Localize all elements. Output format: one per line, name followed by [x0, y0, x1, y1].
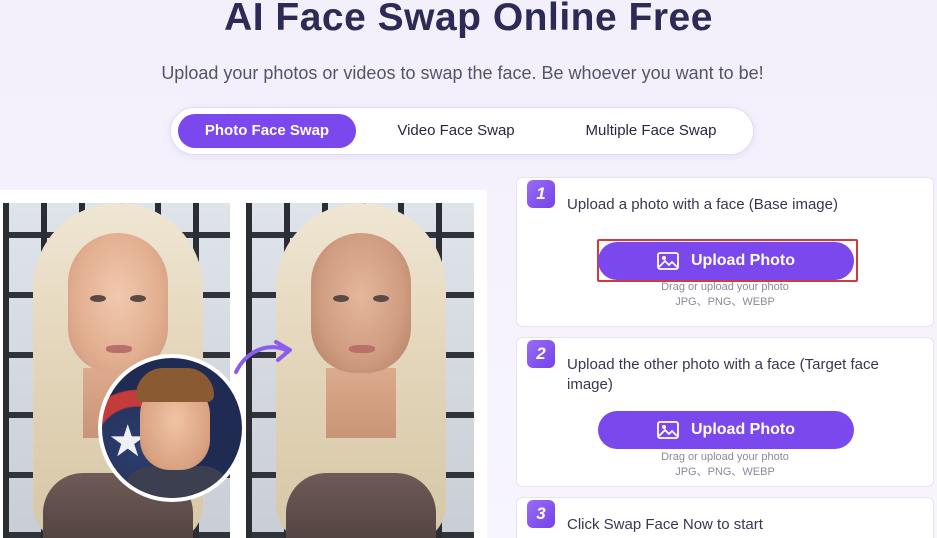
- curved-arrow-icon: [234, 340, 292, 374]
- step-3-card: 3 Click Swap Face Now to start: [516, 497, 934, 538]
- step-number-badge: 2: [527, 340, 555, 368]
- step-number-badge: 1: [527, 180, 555, 208]
- step-instruction: Upload a photo with a face (Base image): [567, 196, 838, 213]
- upload-hint: Drag or upload your photo: [661, 451, 789, 463]
- page-title: AI Face Swap Online Free: [224, 0, 713, 39]
- step-instruction: Upload the other photo with a face (Targ…: [567, 356, 879, 393]
- tab-photo-face-swap[interactable]: Photo Face Swap: [178, 114, 356, 148]
- upload-hint: Drag or upload your photo: [661, 281, 789, 293]
- page-subtitle: Upload your photos or videos to swap the…: [161, 63, 764, 83]
- step-1-card: 1 Upload a photo with a face (Base image…: [516, 177, 934, 327]
- step-number-badge: 3: [527, 500, 555, 528]
- upload-button-label: Upload Photo: [691, 252, 795, 269]
- tab-video-face-swap[interactable]: Video Face Swap: [371, 114, 541, 148]
- tab-multiple-face-swap[interactable]: Multiple Face Swap: [561, 114, 741, 148]
- upload-base-photo-button[interactable]: Upload Photo: [598, 242, 854, 280]
- supported-formats: JPG、PNG、WEBP: [675, 466, 775, 478]
- step-instruction: Click Swap Face Now to start: [567, 516, 763, 533]
- target-face-circle: ★: [98, 354, 246, 502]
- image-upload-icon: [657, 421, 679, 439]
- image-upload-icon: [657, 252, 679, 270]
- mode-tabs: Photo Face Swap Video Face Swap Multiple…: [170, 107, 754, 155]
- supported-formats: JPG、PNG、WEBP: [675, 296, 775, 308]
- step-2-card: 2 Upload the other photo with a face (Ta…: [516, 337, 934, 487]
- upload-target-photo-button[interactable]: Upload Photo: [598, 411, 854, 449]
- upload-button-label: Upload Photo: [691, 421, 795, 438]
